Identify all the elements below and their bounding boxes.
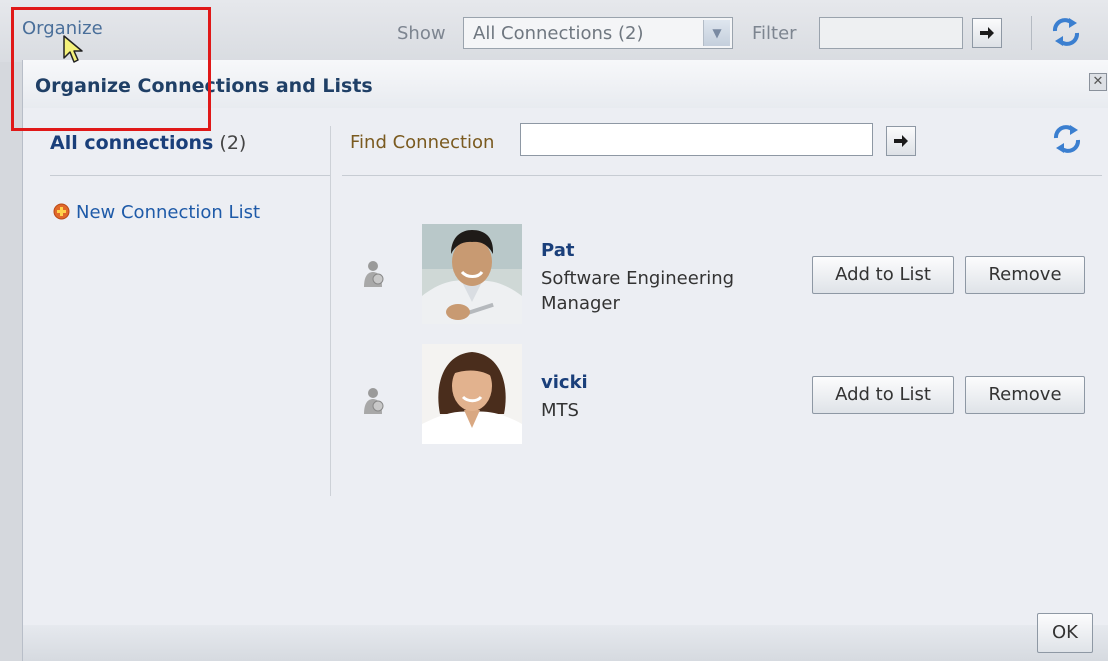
connection-title: Software Engineering Manager [541,268,735,314]
all-connections-label: All connections [50,132,214,154]
arrow-right-icon [894,135,908,147]
arrow-right-icon [980,27,994,39]
close-icon[interactable]: ✕ [1089,73,1107,91]
filter-go-button[interactable] [972,18,1002,48]
connections-toolbar: Organize Show All Connections (2) ▼ Filt… [0,0,1108,62]
find-divider [342,175,1102,176]
filter-label: Filter [752,23,797,44]
avatar [422,224,522,324]
chevron-down-icon[interactable]: ▼ [703,20,730,46]
ok-button[interactable]: OK [1037,613,1093,653]
toolbar-divider [1031,16,1032,50]
remove-button[interactable]: Remove [965,256,1085,294]
find-go-button[interactable] [886,126,916,156]
refresh-icon[interactable] [1050,17,1082,47]
refresh-icon[interactable] [1051,124,1083,154]
filter-input[interactable] [819,17,963,49]
panel-divider [330,126,331,496]
all-connections-item[interactable]: All connections (2) [50,132,246,154]
new-connection-list-label: New Connection List [76,202,261,223]
organize-link[interactable]: Organize [22,18,103,39]
organize-dialog: Organize Connections and Lists ✕ All con… [22,60,1108,661]
add-to-list-button[interactable]: Add to List [812,256,954,294]
dialog-title: Organize Connections and Lists [35,75,373,97]
show-label: Show [397,23,446,44]
add-to-list-button[interactable]: Add to List [812,376,954,414]
left-divider [50,175,330,176]
add-icon [53,203,70,220]
avatar [422,344,522,444]
person-icon [364,261,384,287]
dialog-header: Organize Connections and Lists ✕ [23,60,1108,108]
show-select-value: All Connections (2) [473,23,644,44]
all-connections-count: (2) [219,132,247,154]
find-connection-label: Find Connection [350,132,495,153]
page: Organize Show All Connections (2) ▼ Filt… [0,0,1108,661]
find-connection-input[interactable] [520,123,873,156]
connection-name[interactable]: vicki [541,372,588,393]
remove-button[interactable]: Remove [965,376,1085,414]
avatar-photo [422,344,522,444]
connection-name[interactable]: Pat [541,240,574,261]
person-icon [364,388,384,414]
new-connection-list-link[interactable]: New Connection List [53,202,260,223]
connection-title: MTS [541,400,579,421]
show-select[interactable]: All Connections (2) ▼ [463,17,733,49]
avatar-photo [422,224,522,324]
dialog-footer [23,625,1108,661]
